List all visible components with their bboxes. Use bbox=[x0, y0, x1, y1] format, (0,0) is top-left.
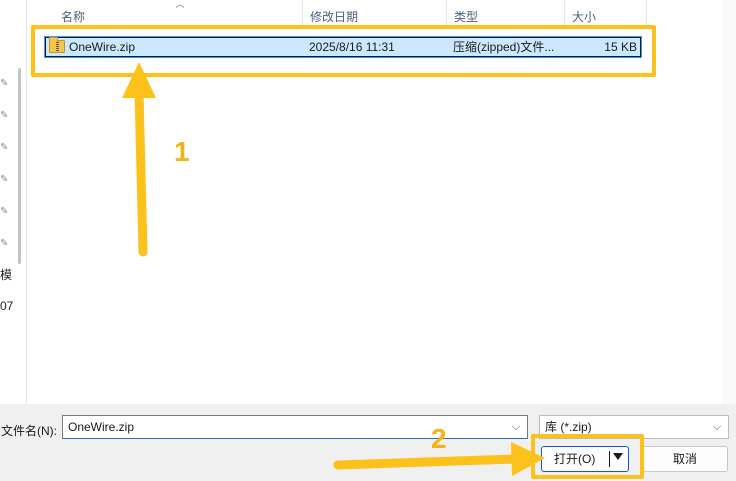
arrow-1-shaft bbox=[134, 87, 148, 257]
arrow-2-head bbox=[511, 442, 545, 476]
arrow-1-head bbox=[122, 62, 156, 98]
annotation-arrows bbox=[122, 62, 545, 476]
arrow-2-shaft bbox=[333, 454, 521, 470]
